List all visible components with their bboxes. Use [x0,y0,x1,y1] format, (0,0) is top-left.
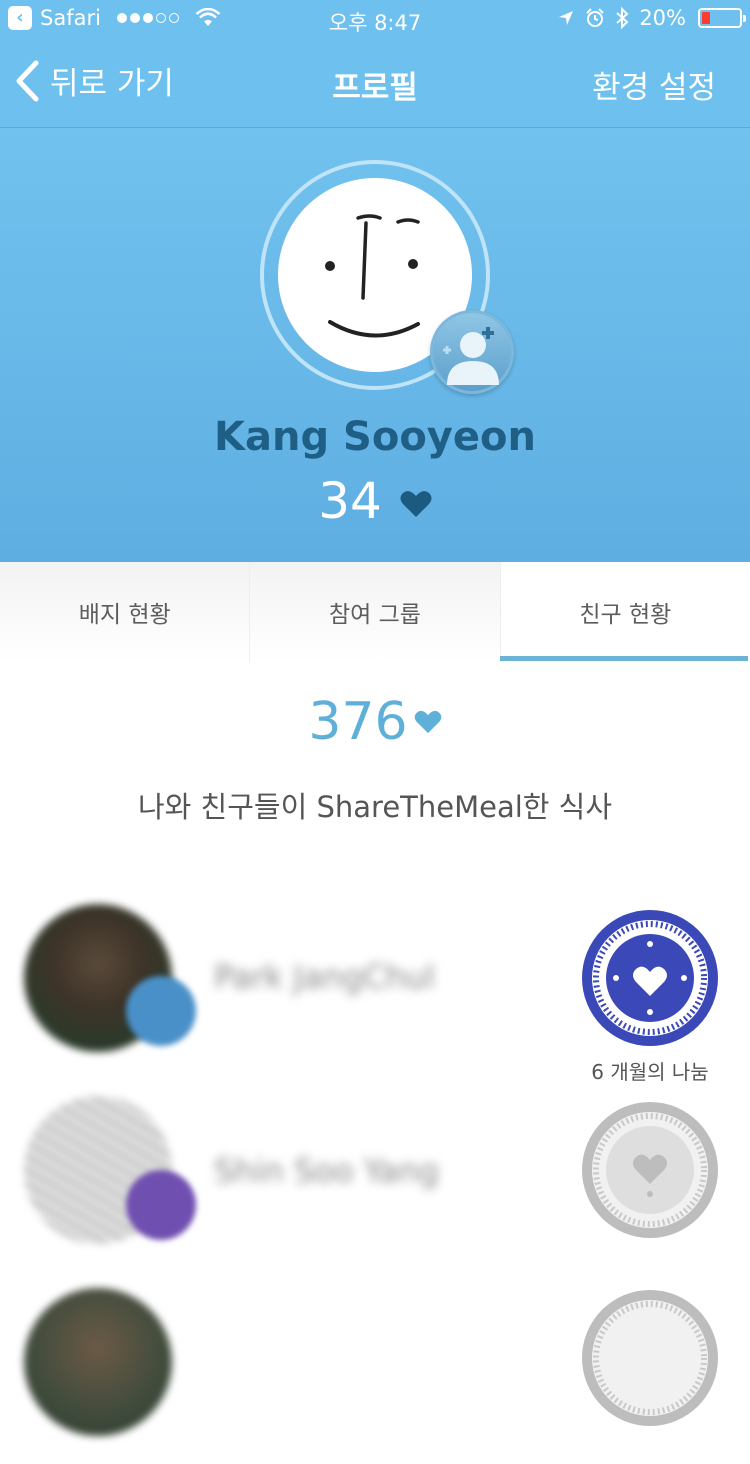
status-bar: ‹ Safari 오후 8:47 20% [0,0,750,40]
active-tab-indicator [500,656,748,661]
list-item[interactable] [0,1284,750,1464]
profile-name: Kang Sooyeon [214,414,536,460]
friend-avatar [24,1288,172,1436]
total-meals-value: 376 [308,692,408,752]
friend-name: Shin Soo Yang [214,1152,439,1190]
add-person-icon [443,327,499,385]
profile-tabs: 배지 현황 참여 그룹 친구 현황 [0,562,750,662]
locked-badge-icon [582,1290,718,1426]
total-meals-description: 나와 친구들이 ShareTheMeal한 식사 [137,790,613,824]
friends-total-meals: 376 [0,692,750,752]
badge-label: 6 개월의 나눔 [591,1060,709,1084]
profile-meal-count: 34 [0,472,750,530]
friend-name: Park JangChul [214,958,435,996]
heart-icon [414,710,441,734]
list-item[interactable]: Park JangChul 6 개월의 나눔 [0,900,750,1084]
battery-icon [698,8,746,28]
settings-button[interactable]: 환경 설정 [592,62,716,107]
list-item[interactable]: Shin Soo Yang [0,1094,750,1274]
navigation-bar: 뒤로 가기 프로필 환경 설정 [0,40,750,128]
tab-groups[interactable]: 참여 그룹 [250,562,501,662]
location-icon [559,11,574,25]
profile-header: Kang Sooyeon 34 [0,128,750,562]
locked-badge-icon [582,1102,718,1238]
bluetooth-icon [616,7,629,29]
friend-badge-mini-icon [126,976,196,1046]
friend-badge-mini-icon [126,1170,196,1240]
alarm-icon [586,8,605,27]
meal-count-value: 34 [318,472,382,530]
tab-badges[interactable]: 배지 현황 [0,562,251,662]
tab-friends[interactable]: 친구 현황 [500,562,750,662]
heart-icon [400,491,432,517]
add-friend-button[interactable] [430,310,514,394]
top-bar: ‹ Safari 오후 8:47 20% 뒤로 가기 프로필 환경 설정 [0,0,750,128]
six-month-badge-icon [582,910,718,1046]
battery-percent: 20% [639,6,686,30]
